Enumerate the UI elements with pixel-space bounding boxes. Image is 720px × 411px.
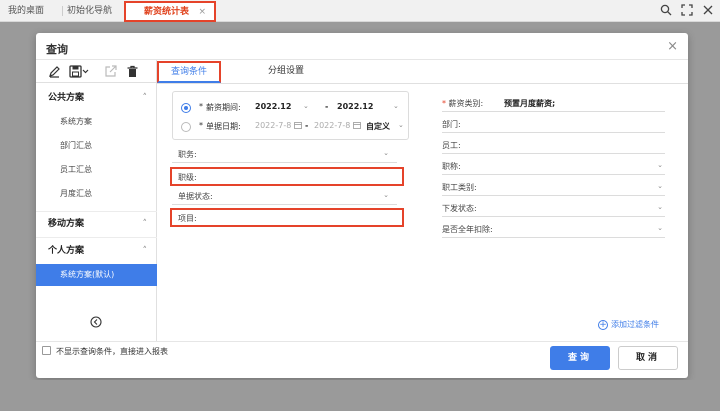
field-label: 职务: bbox=[178, 150, 197, 159]
group-divider bbox=[36, 211, 157, 212]
field-label-text: 薪资类别: bbox=[448, 99, 484, 108]
field-label: 职称: bbox=[442, 162, 461, 171]
tab-separator bbox=[62, 6, 63, 16]
date-to-input[interactable]: 2022-7-8 bbox=[314, 121, 350, 130]
tab-salary-stats[interactable]: 薪资统计表 × bbox=[124, 1, 216, 22]
field-label: 下发状态: bbox=[442, 204, 477, 213]
query-dialog: 查询 × 公共方案 ˄ 系统方案 部门汇总 员工汇总 月度汇总 移动方案 ˄ 个… bbox=[36, 33, 688, 378]
dialog-title: 查询 bbox=[46, 43, 68, 56]
field-project[interactable]: 项目: bbox=[170, 208, 404, 227]
edit-icon[interactable] bbox=[48, 65, 61, 78]
field-title[interactable]: 职称: ⌄ bbox=[442, 158, 665, 175]
sidebar-item-system[interactable]: 系统方案 bbox=[36, 111, 157, 133]
required-mark: * bbox=[199, 102, 203, 111]
add-filter-link[interactable]: + 添加过滤条件 bbox=[598, 319, 659, 330]
required-mark: * bbox=[442, 99, 446, 108]
chevron-up-icon[interactable]: ˄ bbox=[143, 87, 148, 109]
tab-init-nav[interactable]: 初始化导航 bbox=[67, 2, 119, 20]
field-label: 项目: bbox=[178, 214, 197, 223]
sidebar-item-employee[interactable]: 员工汇总 bbox=[36, 159, 157, 181]
collapse-left-icon[interactable] bbox=[90, 316, 102, 328]
fullscreen-icon[interactable] bbox=[681, 4, 693, 16]
tab-salary-stats-label: 薪资统计表 bbox=[144, 7, 190, 17]
backdrop bbox=[0, 22, 720, 32]
field-label: 部门: bbox=[442, 120, 461, 129]
scheme-sidebar: 公共方案 ˄ 系统方案 部门汇总 员工汇总 月度汇总 移动方案 ˄ 个人方案 ˄… bbox=[36, 83, 157, 341]
group-label: 移动方案 bbox=[48, 219, 85, 229]
calendar-icon[interactable] bbox=[294, 121, 302, 129]
group-mobile[interactable]: 移动方案 ˄ bbox=[36, 213, 157, 235]
tabs-divider bbox=[157, 83, 688, 84]
footer-divider bbox=[36, 341, 688, 342]
save-icon[interactable] bbox=[69, 65, 89, 78]
salary-period-label: 薪资期间: bbox=[206, 103, 241, 112]
chevron-down-icon[interactable]: ⌄ bbox=[383, 191, 389, 199]
required-mark: * bbox=[199, 121, 203, 130]
chevron-down-icon[interactable]: ⌄ bbox=[657, 161, 663, 169]
radio-salary-period[interactable] bbox=[181, 103, 191, 113]
tab-my-desktop[interactable]: 我的桌面 bbox=[8, 2, 58, 20]
field-department[interactable]: 部门: bbox=[442, 116, 665, 133]
search-icon[interactable] bbox=[660, 4, 672, 16]
tab-close-icon[interactable]: × bbox=[198, 3, 206, 21]
radio-doc-date[interactable] bbox=[181, 122, 191, 132]
calendar-icon[interactable] bbox=[353, 121, 361, 129]
field-label: 职工类别: bbox=[442, 183, 477, 192]
add-filter-label: 添加过滤条件 bbox=[611, 320, 659, 329]
period-box: * 薪资期间: 2022.12 ⌄ - 2022.12 ⌄ * 单据日期: 20… bbox=[172, 91, 409, 140]
date-from-input[interactable]: 2022-7-8 bbox=[255, 121, 291, 130]
chevron-down-icon[interactable]: ⌄ bbox=[657, 224, 663, 232]
scheme-toolbar bbox=[36, 60, 157, 83]
date-mode-select[interactable]: 自定义 bbox=[366, 121, 390, 132]
chevron-down-icon[interactable]: ⌄ bbox=[398, 121, 404, 129]
chevron-down-icon[interactable]: ⌄ bbox=[657, 203, 663, 211]
field-label: 员工: bbox=[442, 141, 461, 150]
skip-conditions-checkbox[interactable] bbox=[42, 346, 51, 355]
cancel-button[interactable]: 取消 bbox=[618, 346, 678, 370]
chevron-down-icon[interactable]: ⌄ bbox=[657, 182, 663, 190]
query-button[interactable]: 查询 bbox=[550, 346, 610, 370]
field-label: 职级: bbox=[178, 173, 197, 182]
export-icon[interactable] bbox=[104, 65, 117, 78]
group-divider bbox=[36, 237, 157, 238]
salary-category-value: 预置月度薪资; bbox=[504, 99, 556, 108]
period-to-select[interactable]: 2022.12 bbox=[337, 102, 373, 111]
tab-group-settings[interactable]: 分组设置 bbox=[268, 60, 328, 83]
period-from-select[interactable]: 2022.12 bbox=[255, 102, 291, 111]
group-label: 个人方案 bbox=[48, 246, 85, 256]
field-annual-deduction[interactable]: 是否全年扣除: ⌄ bbox=[442, 221, 665, 238]
field-employee[interactable]: 员工: bbox=[442, 137, 665, 154]
close-icon[interactable] bbox=[702, 4, 714, 16]
group-personal[interactable]: 个人方案 ˄ bbox=[36, 240, 157, 262]
field-label: * 薪资类别: bbox=[442, 98, 483, 109]
chevron-down-icon[interactable]: ⌄ bbox=[383, 149, 389, 157]
group-label: 公共方案 bbox=[48, 93, 85, 103]
sidebar-item-system-default[interactable]: 系统方案(默认) bbox=[36, 264, 157, 286]
backdrop bbox=[0, 380, 720, 411]
field-issue-status[interactable]: 下发状态: ⌄ bbox=[442, 200, 665, 217]
chevron-up-icon[interactable]: ˄ bbox=[143, 240, 148, 262]
field-label: 是否全年扣除: bbox=[442, 225, 493, 234]
date-dash: - bbox=[305, 121, 309, 130]
skip-conditions-label: 不显示查询条件，直接进入报表 bbox=[56, 347, 168, 356]
field-position[interactable]: 职务: ⌄ bbox=[172, 146, 397, 163]
field-label: 单据状态: bbox=[178, 192, 213, 201]
top-tab-bar: 我的桌面 初始化导航 薪资统计表 × bbox=[0, 0, 720, 22]
period-dash: - bbox=[325, 102, 329, 111]
field-doc-status[interactable]: 单据状态: ⌄ bbox=[172, 188, 397, 205]
plus-circle-icon: + bbox=[598, 320, 608, 330]
doc-date-label: 单据日期: bbox=[206, 122, 241, 131]
field-rank[interactable]: 职级: bbox=[170, 167, 404, 186]
chevron-down-icon[interactable]: ⌄ bbox=[393, 102, 399, 110]
delete-icon[interactable] bbox=[126, 65, 139, 78]
sidebar-item-dept[interactable]: 部门汇总 bbox=[36, 135, 157, 157]
chevron-down-icon[interactable]: ⌄ bbox=[303, 102, 309, 110]
chevron-up-icon[interactable]: ˄ bbox=[143, 213, 148, 235]
tab-query-conditions[interactable]: 查询条件 bbox=[157, 61, 221, 83]
field-staff-type[interactable]: 职工类别: ⌄ bbox=[442, 179, 665, 196]
sidebar-item-monthly[interactable]: 月度汇总 bbox=[36, 183, 157, 205]
group-public[interactable]: 公共方案 ˄ bbox=[36, 87, 157, 109]
dialog-close-icon[interactable]: × bbox=[667, 39, 678, 54]
field-salary-category[interactable]: * 薪资类别: 预置月度薪资; bbox=[442, 95, 665, 112]
